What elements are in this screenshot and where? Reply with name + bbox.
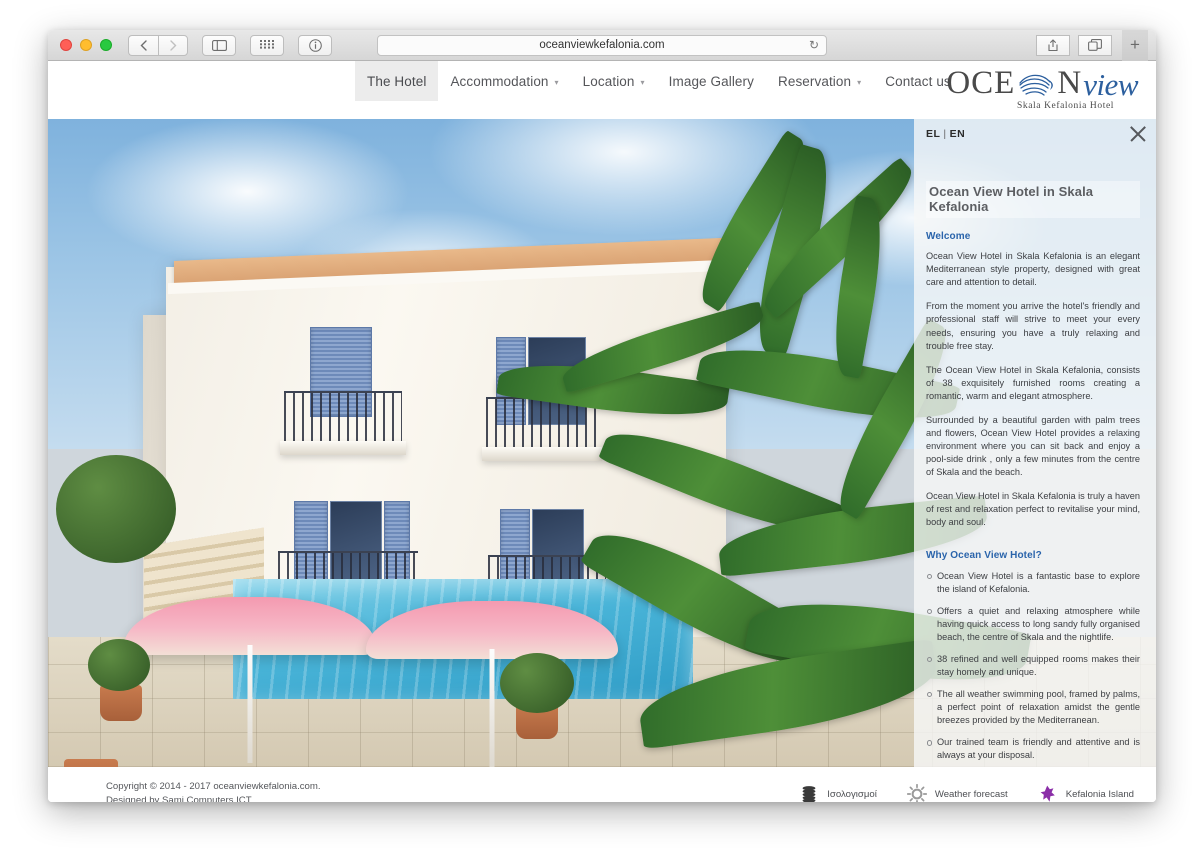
address-bar-url: oceanviewkefalonia.com bbox=[539, 39, 665, 51]
nav-label: The Hotel bbox=[367, 73, 427, 89]
browser-toolbar: oceanviewkefalonia.com ↻ + bbox=[48, 30, 1156, 61]
grid-icon bbox=[260, 39, 274, 49]
language-switcher: EL | EN bbox=[926, 128, 965, 140]
footer-link-isologismoi[interactable]: Ισολογισμοί bbox=[799, 784, 877, 802]
footer-copyright: Copyright © 2014 - 2017 oceanviewkefalon… bbox=[106, 780, 321, 802]
photo-tree bbox=[56, 455, 176, 563]
footer-link-label: Weather forecast bbox=[934, 788, 1008, 800]
panel-content: Welcome Ocean View Hotel in Skala Kefalo… bbox=[926, 230, 1140, 762]
designed-by-prefix: Designed by bbox=[106, 795, 162, 802]
coins-icon bbox=[802, 786, 816, 802]
nav-item-accommodation[interactable]: Accommodation ▾ bbox=[438, 61, 570, 101]
photo-balcony-slab bbox=[280, 441, 406, 455]
hero-stage: EL | EN Ocean View Hotel in Skala Kefaloni… bbox=[48, 119, 1156, 767]
list-item: Offers a quiet and relaxing atmosphere w… bbox=[926, 605, 1140, 644]
photo-umbrella-pole bbox=[247, 645, 253, 763]
maximize-window-button[interactable] bbox=[100, 39, 112, 51]
sidebar-icon bbox=[211, 39, 227, 51]
panel-top-bar: EL | EN bbox=[926, 119, 1140, 145]
sun-icon bbox=[906, 784, 927, 802]
designed-by-line: Designed by Sami Computers ICT bbox=[106, 794, 321, 802]
welcome-paragraph: Ocean View Hotel in Skala Kefalonia is t… bbox=[926, 491, 1140, 528]
fish-icon bbox=[1019, 74, 1054, 96]
photo-bush bbox=[88, 639, 150, 691]
nav-label: Accommodation bbox=[450, 73, 549, 89]
nav-item-image-gallery[interactable]: Image Gallery bbox=[657, 61, 766, 101]
nav-label: Reservation bbox=[777, 73, 852, 89]
island-icon bbox=[1040, 785, 1055, 802]
chevron-down-icon: ▾ bbox=[554, 77, 559, 87]
reader-info-button[interactable] bbox=[298, 34, 332, 56]
logo-text-oce: OCE bbox=[946, 65, 1016, 101]
welcome-paragraph: The Ocean View Hotel in Skala Kefalonia,… bbox=[926, 364, 1140, 401]
main-navigation: The Hotel Accommodation ▾ Location ▾ Ima… bbox=[355, 61, 963, 101]
new-tab-button[interactable]: + bbox=[1122, 30, 1148, 61]
footer-link-label: Ισολογισμοί bbox=[827, 788, 877, 800]
lang-el-link[interactable]: EL bbox=[926, 128, 940, 140]
close-icon[interactable] bbox=[1126, 122, 1150, 146]
why-heading: Why Ocean View Hotel? bbox=[926, 550, 1042, 562]
photo-balcony-rail bbox=[284, 391, 402, 443]
logo-text-n: N bbox=[1057, 65, 1082, 101]
chevron-down-icon: ▾ bbox=[640, 77, 645, 87]
why-bullet-list: Ocean View Hotel is a fantastic base to … bbox=[926, 570, 1140, 763]
welcome-paragraph: From the moment you arrive the hotel's f… bbox=[926, 301, 1140, 351]
logo-subtitle: Skala Kefalonia Hotel bbox=[1016, 101, 1114, 111]
show-tabs-button[interactable] bbox=[1078, 34, 1112, 56]
desktop-background: oceanviewkefalonia.com ↻ + The Hotel Acc… bbox=[0, 0, 1200, 851]
list-item: Our trained team is friendly and attenti… bbox=[926, 736, 1140, 762]
logo-text-view: view bbox=[1083, 67, 1138, 102]
navigation-buttons bbox=[128, 34, 188, 56]
chevron-right-icon bbox=[169, 39, 176, 51]
address-bar[interactable]: oceanviewkefalonia.com ↻ bbox=[377, 34, 827, 56]
nav-item-the-hotel[interactable]: The Hotel bbox=[355, 61, 439, 101]
tabs-icon bbox=[1088, 39, 1102, 51]
welcome-paragraph: Surrounded by a beautiful garden with pa… bbox=[926, 414, 1140, 478]
lang-separator: | bbox=[943, 128, 947, 140]
page-title: Ocean View Hotel in Skala Kefalonia bbox=[926, 181, 1140, 218]
lang-en-link[interactable]: EN bbox=[950, 128, 966, 140]
nav-item-reservation[interactable]: Reservation ▾ bbox=[766, 61, 873, 101]
footer-link-kefalonia-island[interactable]: Kefalonia Island bbox=[1038, 784, 1134, 802]
window-controls bbox=[60, 39, 112, 51]
close-window-button[interactable] bbox=[60, 39, 72, 51]
list-item: Ocean View Hotel is a fantastic base to … bbox=[926, 570, 1140, 596]
welcome-heading: Welcome bbox=[926, 231, 971, 242]
copyright-line: Copyright © 2014 - 2017 oceanviewkefalon… bbox=[106, 780, 321, 792]
welcome-paragraph: Ocean View Hotel in Skala Kefalonia is a… bbox=[926, 251, 1140, 288]
new-tab-label: + bbox=[1130, 35, 1140, 54]
sidebar-toggle-button[interactable] bbox=[202, 34, 236, 56]
toolbar-right-buttons: + bbox=[1036, 30, 1148, 61]
nav-item-location[interactable]: Location ▾ bbox=[571, 61, 657, 101]
back-button[interactable] bbox=[128, 34, 158, 56]
nav-label: Image Gallery bbox=[668, 73, 754, 89]
logo-wordmark: OCE N view bbox=[910, 65, 1138, 102]
nav-label: Location bbox=[582, 73, 635, 89]
chevron-left-icon bbox=[140, 39, 147, 51]
browser-window: oceanviewkefalonia.com ↻ + The Hotel Acc… bbox=[48, 30, 1156, 802]
photo-plant-pot bbox=[64, 759, 118, 767]
footer-link-weather-forecast[interactable]: Weather forecast bbox=[906, 784, 1008, 802]
info-icon bbox=[308, 38, 322, 52]
share-icon bbox=[1048, 38, 1058, 51]
forward-button[interactable] bbox=[158, 34, 188, 56]
site-logo[interactable]: OCE N view Skala Kefalonia Hotel bbox=[910, 67, 1138, 115]
list-item: The all weather swimming pool, framed by… bbox=[926, 688, 1140, 727]
page-viewport: The Hotel Accommodation ▾ Location ▾ Ima… bbox=[48, 61, 1156, 802]
footer-links: Ισολογισμοί Weather forecast Kefalonia I… bbox=[799, 784, 1134, 802]
info-panel: EL | EN Ocean View Hotel in Skala Kefaloni… bbox=[914, 119, 1156, 767]
site-header: The Hotel Accommodation ▾ Location ▾ Ima… bbox=[48, 61, 1156, 119]
chevron-down-icon: ▾ bbox=[857, 77, 862, 87]
site-footer: Copyright © 2014 - 2017 oceanviewkefalon… bbox=[48, 767, 1156, 802]
reload-icon[interactable]: ↻ bbox=[809, 39, 819, 51]
minimize-window-button[interactable] bbox=[80, 39, 92, 51]
photo-umbrella-pole bbox=[489, 649, 495, 767]
list-item: 38 refined and well equipped rooms makes… bbox=[926, 653, 1140, 679]
footer-link-label: Kefalonia Island bbox=[1065, 788, 1134, 800]
top-sites-button[interactable] bbox=[250, 34, 284, 56]
share-button[interactable] bbox=[1036, 34, 1070, 56]
designer-link[interactable]: Sami Computers ICT bbox=[162, 795, 252, 802]
